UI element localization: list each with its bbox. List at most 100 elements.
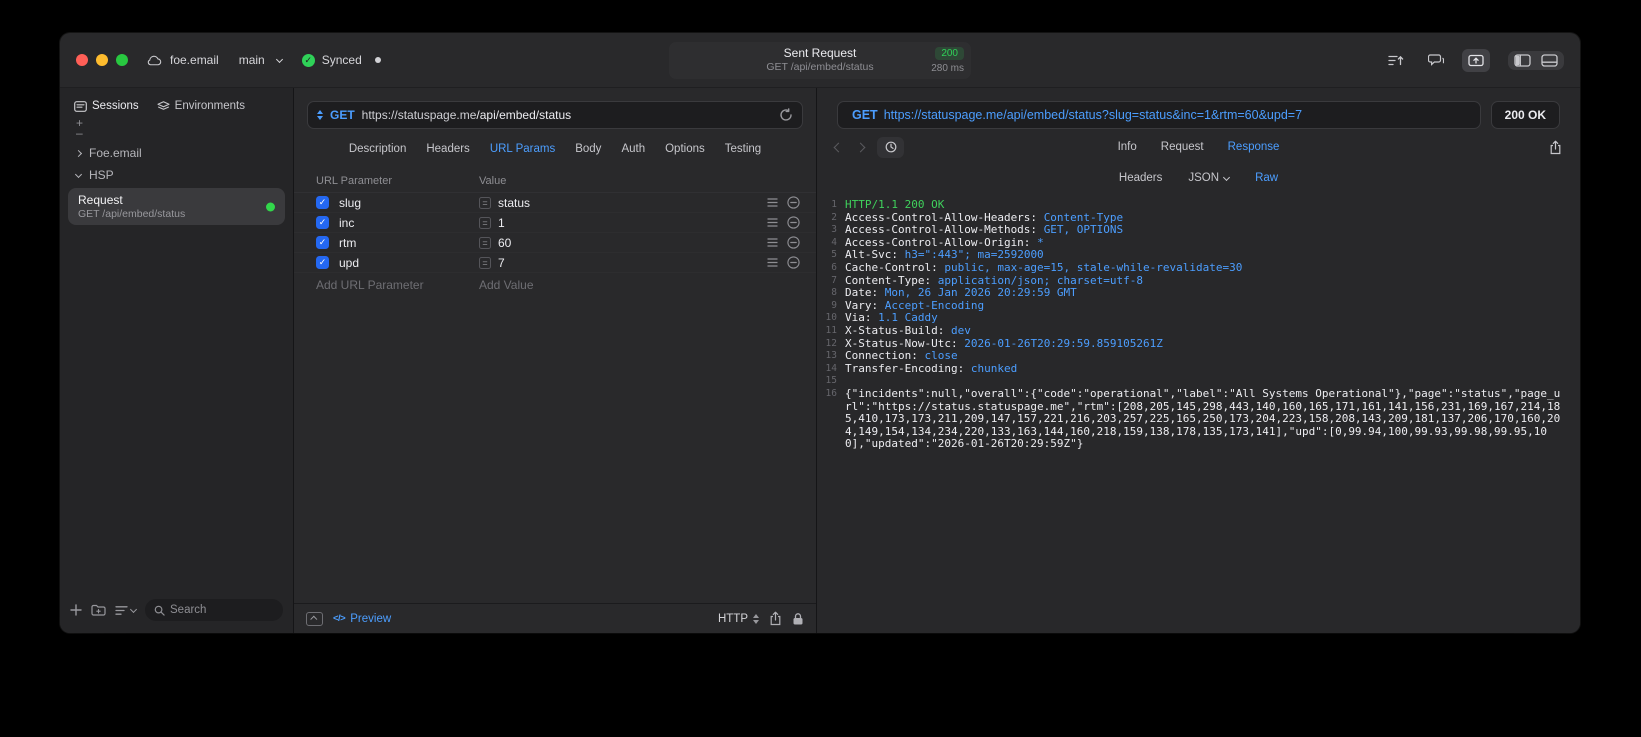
show-panel-button[interactable] <box>306 611 323 626</box>
protocol-selector[interactable]: HTTP <box>718 613 759 625</box>
add-request-button[interactable] <box>70 604 82 616</box>
response-method: GET <box>852 108 878 122</box>
history-clock-icon[interactable] <box>877 136 904 158</box>
sidebar-search[interactable] <box>145 599 283 621</box>
minimize-window-button[interactable] <box>96 54 108 66</box>
lock-icon[interactable] <box>792 612 804 626</box>
chevron-right-icon <box>74 149 83 157</box>
add-param-value-placeholder[interactable]: Add Value <box>479 278 534 292</box>
comments-icon[interactable] <box>1422 49 1450 72</box>
list-style-icon[interactable] <box>115 605 138 616</box>
resend-request-icon[interactable] <box>779 108 793 122</box>
param-name[interactable]: upd <box>339 256 359 270</box>
sidebar-tab-sessions[interactable]: Sessions <box>74 100 139 112</box>
toggle-sidebar-icon[interactable] <box>1514 53 1531 67</box>
remove-param-icon[interactable] <box>787 196 800 209</box>
sidebar-tab-label: Sessions <box>92 100 139 112</box>
line-number: 4 <box>831 236 837 248</box>
reorder-handle-icon[interactable] <box>767 238 778 247</box>
param-row[interactable]: ✓ slug = status <box>294 193 816 213</box>
sync-status-label[interactable]: Synced <box>322 53 362 67</box>
tab-headers[interactable]: Headers <box>1119 172 1162 184</box>
preview-button[interactable]: </> Preview <box>333 613 391 625</box>
request-method[interactable]: GET <box>330 108 355 122</box>
line-number: 1 <box>831 199 837 210</box>
new-folder-icon[interactable] <box>91 604 106 616</box>
request-item-subtitle: GET /api/embed/status <box>78 208 186 220</box>
toggle-bottom-panel-icon[interactable] <box>1541 53 1558 67</box>
tab-auth[interactable]: Auth <box>621 143 645 155</box>
response-body[interactable]: 1 HTTP/1.1 200 OK 2 Access-Control-Allow-He… <box>817 191 1580 633</box>
summary-subtitle: GET /api/embed/status <box>766 61 874 73</box>
param-value[interactable]: 1 <box>498 216 505 230</box>
url-host: https://statuspage.me <box>361 108 477 122</box>
tab-response[interactable]: Response <box>1228 141 1280 153</box>
remove-param-icon[interactable] <box>787 256 800 269</box>
cloud-icon <box>146 54 163 67</box>
sidebar-tab-environments[interactable]: Environments <box>157 100 245 112</box>
param-row[interactable]: ✓ upd = 7 <box>294 253 816 273</box>
history-forward-icon[interactable] <box>855 142 866 152</box>
tab-url-params[interactable]: URL Params <box>490 143 555 155</box>
search-input[interactable] <box>170 604 274 616</box>
request-tab-bar: Description Headers URL Params Body Auth Opti… <box>294 129 816 169</box>
remove-param-icon[interactable] <box>787 216 800 229</box>
param-checkbox[interactable]: ✓ <box>316 236 329 249</box>
tab-json[interactable]: JSON <box>1188 172 1231 184</box>
sort-lines-icon[interactable] <box>1382 49 1410 72</box>
tree-item-label: HSP <box>89 168 114 182</box>
add-param-name-placeholder[interactable]: Add URL Parameter <box>316 278 479 292</box>
reorder-handle-icon[interactable] <box>767 218 778 227</box>
share-icon[interactable] <box>769 611 782 626</box>
param-value[interactable]: status <box>498 196 530 210</box>
url-params-table: URL Parameter Value ✓ slug = status ✓ in… <box>294 169 816 603</box>
remove-param-icon[interactable] <box>787 236 800 249</box>
param-checkbox[interactable]: ✓ <box>316 196 329 209</box>
sidebar-add-button[interactable]: + <box>76 117 277 129</box>
url-path: /api/embed/status <box>476 108 572 122</box>
account-label[interactable]: foe.email <box>170 53 219 67</box>
param-name[interactable]: inc <box>339 216 354 230</box>
param-row[interactable]: ✓ inc = 1 <box>294 213 816 233</box>
response-url-bar[interactable]: GET https://statuspage.me/api/embed/stat… <box>837 101 1481 129</box>
request-url-bar[interactable]: GET https://statuspage.me/api/embed/stat… <box>307 101 803 129</box>
param-row[interactable]: ✓ rtm = 60 <box>294 233 816 253</box>
export-response-icon[interactable] <box>1549 140 1562 155</box>
add-param-row[interactable]: Add URL Parameter Add Value <box>294 273 816 297</box>
tab-request[interactable]: Request <box>1161 141 1204 153</box>
tab-info[interactable]: Info <box>1118 141 1137 153</box>
request-item-title: Request <box>78 193 123 207</box>
tab-testing[interactable]: Testing <box>725 143 761 155</box>
tab-raw[interactable]: Raw <box>1255 172 1278 184</box>
param-checkbox[interactable]: ✓ <box>316 256 329 269</box>
reorder-handle-icon[interactable] <box>767 258 778 267</box>
param-rows: ✓ slug = status ✓ inc = 1 ✓ rtm = 60 ✓ u… <box>294 193 816 273</box>
history-back-icon[interactable] <box>833 142 844 152</box>
param-checkbox[interactable]: ✓ <box>316 216 329 229</box>
sent-request-summary[interactable]: Sent Request GET /api/embed/status 200 2… <box>669 42 971 79</box>
response-status-box: 200 OK <box>1490 101 1560 129</box>
tab-headers[interactable]: Headers <box>426 143 469 155</box>
export-window-icon[interactable] <box>1462 48 1490 72</box>
close-window-button[interactable] <box>76 54 88 66</box>
line-number: 15 <box>825 375 837 387</box>
reorder-handle-icon[interactable] <box>767 198 778 207</box>
tree-item-hsp[interactable]: HSP <box>66 164 287 186</box>
param-name[interactable]: rtm <box>339 236 356 250</box>
tab-description[interactable]: Description <box>349 143 407 155</box>
sidebar-remove-button[interactable]: – <box>76 127 277 139</box>
request-panel: GET https://statuspage.me/api/embed/stat… <box>294 88 817 633</box>
summary-title: Sent Request <box>783 46 857 60</box>
param-value[interactable]: 60 <box>498 236 511 250</box>
branch-label[interactable]: main <box>239 53 265 67</box>
sidebar-request-item[interactable]: Request GET /api/embed/status <box>68 188 285 225</box>
zoom-window-button[interactable] <box>116 54 128 66</box>
branch-chevron-icon[interactable] <box>275 55 283 63</box>
line-number: 10 <box>825 312 837 324</box>
param-name[interactable]: slug <box>339 196 361 210</box>
tab-options[interactable]: Options <box>665 143 705 155</box>
tree-item-foe-email[interactable]: Foe.email <box>66 142 287 164</box>
param-value[interactable]: 7 <box>498 256 505 270</box>
tab-body[interactable]: Body <box>575 143 601 155</box>
method-stepper-icon[interactable] <box>317 110 323 120</box>
